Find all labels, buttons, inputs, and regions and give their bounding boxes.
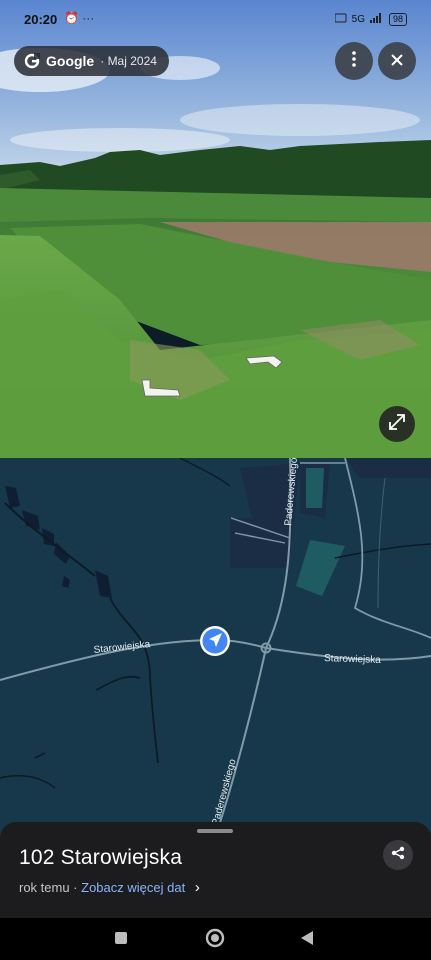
- alarm-icon: ⏰ ···: [64, 11, 95, 25]
- sheet-drag-handle[interactable]: [197, 829, 233, 833]
- current-location-marker[interactable]: [200, 626, 230, 656]
- map-canvas: Starowiejska Starowiejska Paderewskiego …: [0, 458, 431, 838]
- capture-age: rok temu ·: [19, 880, 78, 895]
- system-navigation-bar: [0, 918, 431, 960]
- signal-icon: [334, 13, 347, 26]
- google-g-icon: [24, 53, 40, 69]
- home-button[interactable]: [205, 928, 225, 953]
- expand-icon: [388, 413, 406, 436]
- status-indicators: 5G 98: [334, 13, 407, 26]
- status-bar: 20:20 ⏰ ··· 5G 98: [0, 0, 431, 40]
- street-label-starowiejska-right: Starowiejska: [324, 653, 381, 666]
- more-options-button[interactable]: [335, 42, 373, 80]
- street-view-attribution-chip[interactable]: Google · Maj 2024: [14, 46, 169, 76]
- close-icon: [390, 51, 404, 72]
- place-meta: rok temu · Zobacz więcej dat ›: [19, 879, 200, 896]
- street-view-image[interactable]: 20:20 ⏰ ··· 5G 98 Google · Maj 2024: [0, 0, 431, 458]
- status-time: 20:20: [24, 12, 58, 27]
- more-dates-link[interactable]: Zobacz więcej dat: [81, 880, 185, 895]
- place-info-sheet[interactable]: 102 Starowiejska rok temu · Zobacz więce…: [0, 822, 431, 918]
- back-button[interactable]: [300, 930, 314, 951]
- google-brand-label: Google: [46, 53, 95, 69]
- cell-signal-icon: [369, 13, 384, 26]
- place-title: 102 Starowiejska: [19, 846, 183, 869]
- chevron-right-icon[interactable]: ›: [195, 879, 200, 896]
- map-view[interactable]: Starowiejska Starowiejska Paderewskiego …: [0, 458, 431, 838]
- network-type: 5G: [351, 14, 365, 25]
- battery-level: 98: [388, 13, 407, 26]
- share-icon: [391, 846, 405, 865]
- recents-button[interactable]: [114, 931, 128, 950]
- svg-text:Starowiejska: Starowiejska: [324, 653, 381, 666]
- close-button[interactable]: [378, 42, 416, 80]
- more-vert-icon: [352, 50, 356, 72]
- capture-date: · Maj 2024: [100, 54, 157, 68]
- expand-fullscreen-button[interactable]: [379, 406, 415, 442]
- share-button[interactable]: [383, 840, 413, 870]
